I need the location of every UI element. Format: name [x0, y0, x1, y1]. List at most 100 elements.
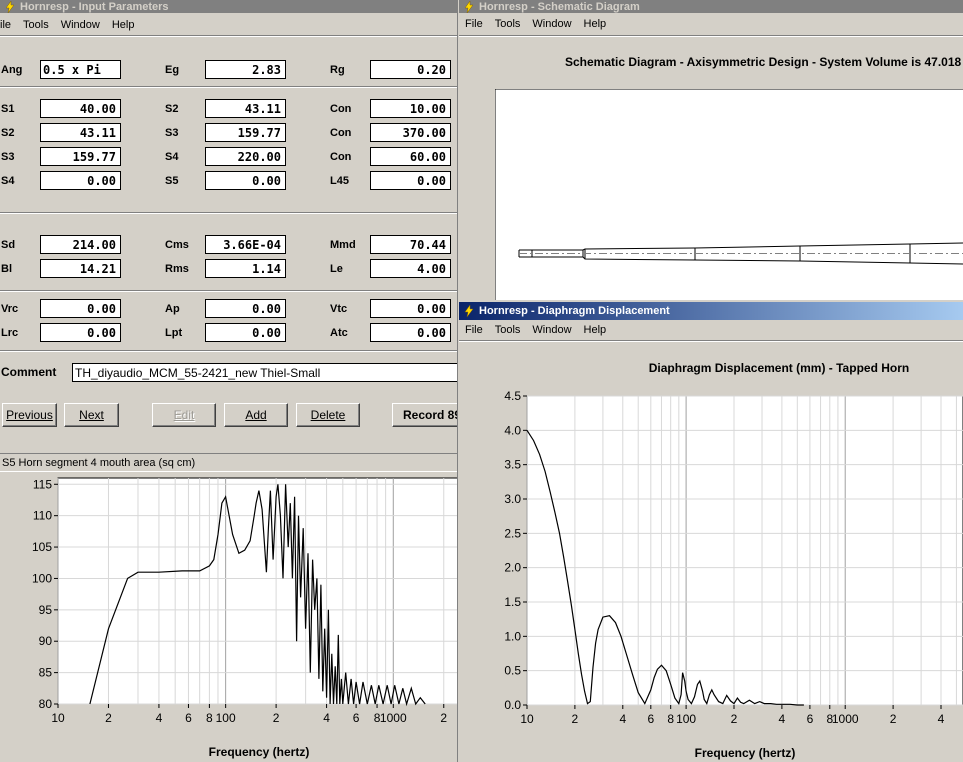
menu-help[interactable]: Help [578, 324, 613, 336]
menu-separator [459, 340, 963, 342]
param-field[interactable]: 43.11 [205, 99, 286, 118]
x-tick-label: 10 [520, 712, 534, 726]
param-field[interactable]: 0.00 [40, 171, 121, 190]
next-button[interactable]: Next [64, 403, 119, 427]
param-label: S3 [1, 151, 15, 163]
param-field[interactable]: 40.00 [40, 99, 121, 118]
edit-button[interactable]: Edit [152, 403, 216, 427]
menu-file[interactable]: File [459, 324, 489, 336]
x-tick-label: 2 [273, 711, 280, 725]
displacement-window-titlebar[interactable]: Hornresp - Diaphragm Displacement [459, 302, 963, 320]
menu-tools[interactable]: Tools [489, 324, 527, 336]
record-button[interactable]: Record 89 [392, 403, 457, 427]
displacement-window: Hornresp - Diaphragm Displacement File T… [459, 302, 963, 762]
hornresp-icon [464, 0, 474, 13]
param-field[interactable]: 3.66E-04 [205, 235, 286, 254]
y-tick-label: 0.5 [504, 664, 521, 678]
param-field[interactable]: 0.20 [370, 60, 451, 79]
input-parameters-window: Hornresp - Input Parameters ile Tools Wi… [0, 0, 458, 762]
section-separator-3 [0, 290, 457, 292]
param-label: Ap [165, 303, 180, 315]
menu-file[interactable]: File [459, 18, 489, 30]
y-tick-label: 110 [33, 509, 52, 523]
add-button[interactable]: Add [224, 403, 288, 427]
menu-window[interactable]: Window [526, 18, 577, 30]
param-field[interactable]: 70.44 [370, 235, 451, 254]
param-field[interactable]: 159.77 [40, 147, 121, 166]
param-field[interactable]: 214.00 [40, 235, 121, 254]
param-field[interactable]: 43.11 [40, 123, 121, 142]
input-window-title: Hornresp - Input Parameters [20, 0, 169, 13]
x-tick-label: 4 [323, 711, 330, 725]
param-field[interactable]: 0.00 [205, 323, 286, 342]
param-label: Vtc [330, 303, 348, 315]
param-field[interactable]: 370.00 [370, 123, 451, 142]
param-field[interactable]: 60.00 [370, 147, 451, 166]
y-tick-label: 2.5 [504, 526, 521, 540]
param-field[interactable]: 0.00 [40, 299, 121, 318]
x-tick-label: 8 [667, 712, 674, 726]
param-field[interactable]: 0.00 [205, 299, 286, 318]
x-tick-label: 1000 [832, 712, 859, 726]
y-tick-label: 95 [39, 603, 53, 617]
param-field[interactable]: 0.00 [370, 171, 451, 190]
menu-help[interactable]: Help [578, 18, 613, 30]
param-field[interactable]: 0.00 [370, 323, 451, 342]
param-field[interactable]: 10.00 [370, 99, 451, 118]
param-field[interactable]: 0.00 [370, 299, 451, 318]
menu-help[interactable]: Help [106, 19, 141, 31]
schematic-window: Hornresp - Schematic Diagram File Tools … [459, 0, 963, 300]
menu-file[interactable]: ile [0, 19, 17, 31]
displacement-menubar: File Tools Window Help [459, 320, 963, 340]
schematic-menubar: File Tools Window Help [459, 14, 963, 34]
hornresp-icon [5, 0, 15, 13]
spl-chart: 8085909510010511011510 2 4 6 8 100 2 4 6 8 1000 2Fr… [32, 477, 457, 759]
x-tick-label: 2 [572, 712, 579, 726]
param-label: Rg [330, 64, 345, 76]
param-label: Sd [1, 239, 16, 251]
menu-window[interactable]: Window [55, 19, 106, 31]
menu-window[interactable]: Window [526, 324, 577, 336]
previous-button[interactable]: Previous [2, 403, 57, 427]
x-tick-label: 4 [938, 712, 945, 726]
y-tick-label: 80 [39, 697, 53, 711]
menu-separator [0, 35, 457, 37]
menu-tools[interactable]: Tools [489, 18, 527, 30]
param-label: Mmd [330, 239, 356, 251]
param-field[interactable]: 0.5 x Pi [40, 60, 121, 79]
x-tick-label: 2 [890, 712, 897, 726]
param-label: Le [330, 263, 343, 275]
param-label: S2 [165, 103, 179, 115]
x-tick-label: 10 [51, 711, 65, 725]
x-tick-label: 4 [779, 712, 786, 726]
param-label: Vrc [1, 303, 19, 315]
param-label: Cms [165, 239, 189, 251]
schematic-canvas [495, 89, 963, 300]
delete-button[interactable]: Delete [296, 403, 360, 427]
schematic-drawing [495, 89, 963, 300]
displacement-window-title: Hornresp - Diaphragm Displacement [479, 305, 670, 317]
param-field[interactable]: 0.00 [40, 323, 121, 342]
param-field[interactable]: 0.00 [205, 171, 286, 190]
param-label: S3 [165, 127, 179, 139]
comment-label: Comment [1, 365, 57, 379]
y-tick-label: 1.0 [504, 629, 521, 643]
param-field[interactable]: 159.77 [205, 123, 286, 142]
x-tick-label: 2 [105, 711, 112, 725]
param-field[interactable]: 2.83 [205, 60, 286, 79]
y-tick-label: 2.0 [504, 561, 521, 575]
x-tick-label: 6 [807, 712, 814, 726]
param-field[interactable]: 14.21 [40, 259, 121, 278]
param-field[interactable]: 220.00 [205, 147, 286, 166]
comment-field[interactable]: TH_diyaudio_MCM_55-2421_new Thiel-Small [72, 363, 457, 382]
param-label: S5 [165, 175, 179, 187]
param-field[interactable]: 1.14 [205, 259, 286, 278]
schematic-window-titlebar[interactable]: Hornresp - Schematic Diagram [459, 0, 963, 13]
menu-separator [459, 35, 963, 37]
x-tick-label: 2 [440, 711, 447, 725]
menu-tools[interactable]: Tools [17, 19, 55, 31]
hornresp-icon [464, 305, 474, 317]
x-tick-label: 6 [353, 711, 360, 725]
input-window-titlebar[interactable]: Hornresp - Input Parameters [0, 0, 457, 13]
param-field[interactable]: 4.00 [370, 259, 451, 278]
